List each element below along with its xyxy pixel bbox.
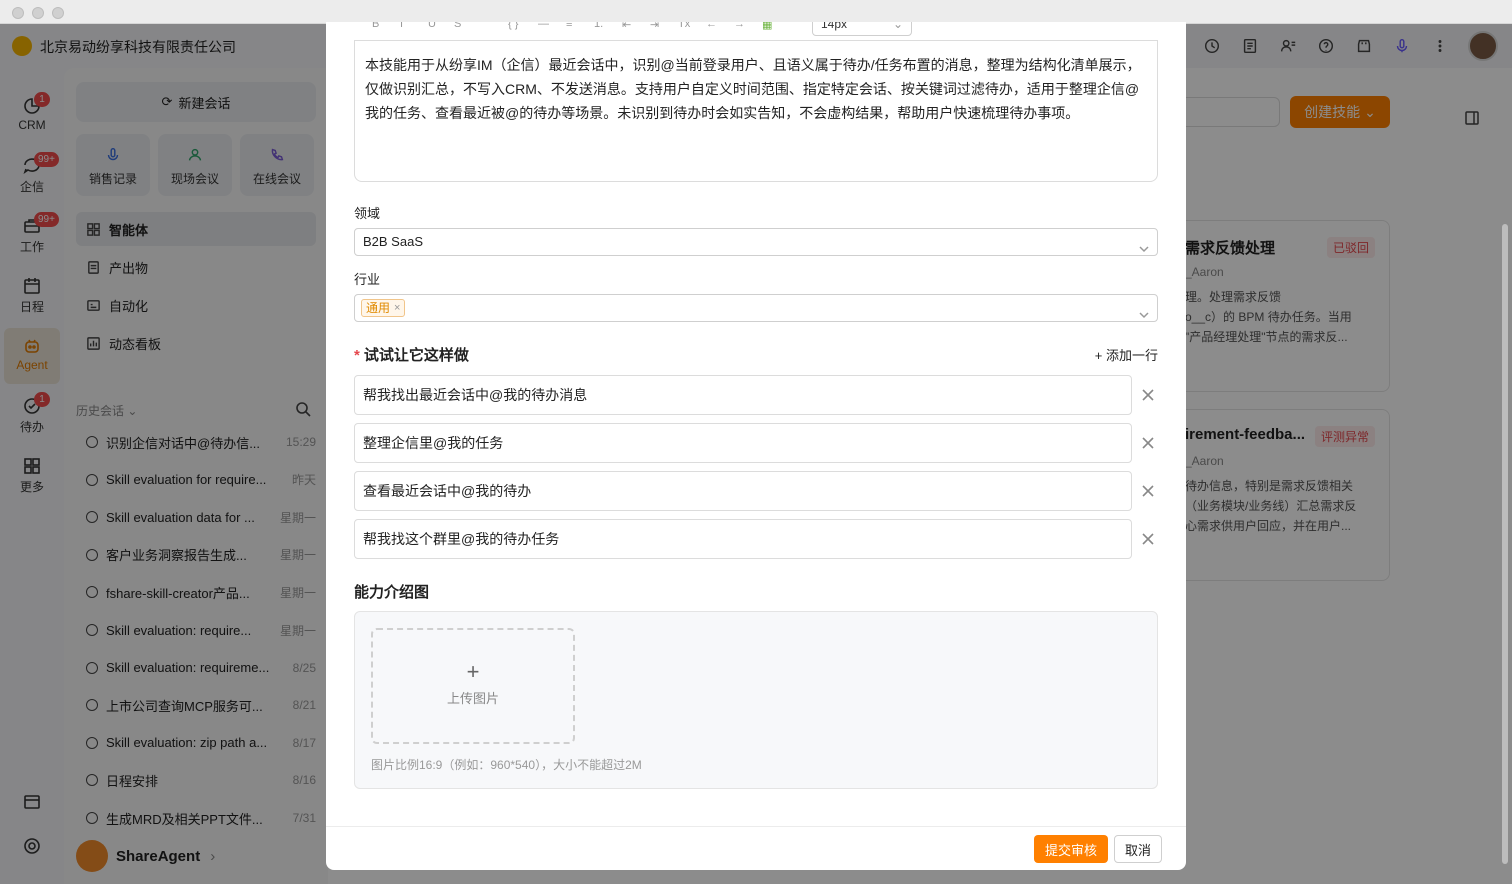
window-titlebar	[0, 0, 1512, 24]
domain-label: 领域	[354, 206, 381, 221]
redo-icon[interactable]: →	[734, 22, 745, 30]
maximize-window-button[interactable]	[52, 7, 64, 19]
tag-remove-icon[interactable]: ×	[394, 300, 400, 316]
industry-tag-label: 通用	[366, 301, 391, 315]
description-editor[interactable]: 本技能用于从纷享IM（企信）最近会话中，识别@当前登录用户、且语义属于待办/任务…	[354, 40, 1158, 182]
divider-icon[interactable]: —	[538, 22, 549, 30]
domain-select[interactable]: B2B SaaS	[354, 228, 1158, 256]
close-window-button[interactable]	[12, 7, 24, 19]
clear-format-icon[interactable]: Tx	[678, 22, 690, 30]
industry-label: 行业	[354, 272, 381, 287]
example-input[interactable]: 帮我找出最近会话中@我的待办消息	[354, 375, 1132, 415]
font-size-value: 14px	[821, 22, 848, 31]
examples-title: * 试试让它这样做	[354, 344, 469, 365]
underline-icon[interactable]: U	[428, 22, 436, 30]
upload-label: 上传图片	[446, 691, 499, 706]
delete-row-button[interactable]	[1141, 388, 1155, 402]
page-scrollbar[interactable]	[1502, 224, 1508, 864]
plus-icon: +	[466, 659, 480, 684]
upload-image-button[interactable]: + 上传图片	[371, 628, 575, 744]
image-section-title: 能力介绍图	[354, 584, 430, 601]
required-asterisk: *	[354, 347, 360, 364]
example-input[interactable]: 整理企信里@我的任务	[354, 423, 1132, 463]
example-input[interactable]: 查看最近会话中@我的待办	[354, 471, 1132, 511]
add-row-button[interactable]: + 添加一行	[1095, 345, 1158, 364]
chevron-down-icon	[1139, 237, 1149, 253]
bold-icon[interactable]: B	[372, 22, 379, 30]
indent-icon[interactable]: ⇥	[650, 22, 659, 31]
domain-value: B2B SaaS	[363, 234, 423, 249]
italic-icon[interactable]: I	[400, 22, 403, 30]
modal-footer: 提交审核 取消	[326, 826, 1186, 870]
example-input[interactable]: 帮我找这个群里@我的待办任务	[354, 519, 1132, 559]
close-icon	[1142, 437, 1154, 449]
strikethrough-icon[interactable]: S	[454, 22, 461, 30]
delete-row-button[interactable]	[1141, 484, 1155, 498]
image-icon[interactable]: ▦	[762, 22, 772, 31]
industry-select[interactable]: 通用 ×	[354, 294, 1158, 322]
close-icon	[1142, 485, 1154, 497]
upload-hint: 图片比例16:9（例如：960*540），大小不能超过2M	[371, 758, 642, 772]
chevron-down-icon: ⌄	[892, 22, 903, 31]
delete-row-button[interactable]	[1141, 532, 1155, 546]
code-icon[interactable]: { }	[508, 22, 518, 30]
undo-icon[interactable]: ←	[706, 22, 717, 30]
close-icon	[1142, 389, 1154, 401]
upload-area: + 上传图片 图片比例16:9（例如：960*540），大小不能超过2M	[354, 611, 1158, 789]
edit-skill-modal: B I U S { } — ≡ 1. ⇤ ⇥ Tx ← → ▦ 14px ⌄ 本…	[326, 22, 1186, 870]
close-icon	[1142, 533, 1154, 545]
minimize-window-button[interactable]	[32, 7, 44, 19]
ordered-list-icon[interactable]: 1.	[594, 22, 603, 30]
submit-review-button[interactable]: 提交审核	[1034, 835, 1108, 863]
industry-tag: 通用 ×	[361, 299, 406, 317]
font-size-select[interactable]: 14px ⌄	[812, 22, 912, 36]
outdent-icon[interactable]: ⇤	[622, 22, 631, 31]
chevron-down-icon	[1139, 303, 1149, 319]
editor-toolbar: B I U S { } — ≡ 1. ⇤ ⇥ Tx ← → ▦ 14px ⌄	[354, 22, 1158, 40]
examples-title-text: 试试让它这样做	[363, 347, 469, 364]
bullet-list-icon[interactable]: ≡	[566, 22, 572, 30]
delete-row-button[interactable]	[1141, 436, 1155, 450]
cancel-button[interactable]: 取消	[1114, 835, 1162, 863]
